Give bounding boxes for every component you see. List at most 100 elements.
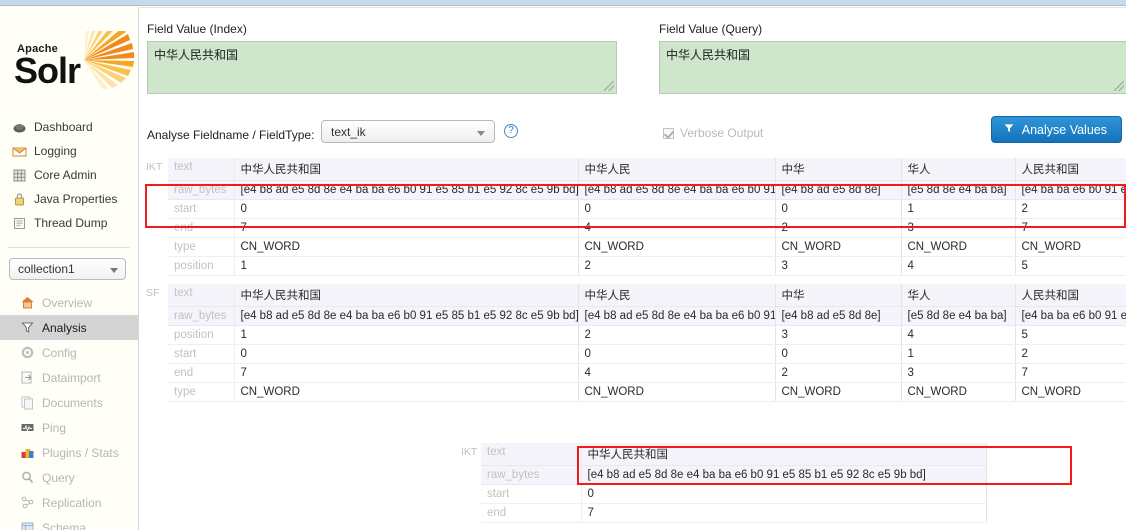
sidebar-item-dashboard[interactable]: Dashboard xyxy=(0,115,138,139)
cell-position: 3 xyxy=(775,325,902,345)
cell-end: 3 xyxy=(901,363,1016,383)
cell-type: CN_WORD xyxy=(578,237,776,257)
cell-position: 5 xyxy=(1015,256,1126,276)
solr-logo[interactable]: Apache Solr xyxy=(10,14,138,109)
cell-end: 4 xyxy=(578,363,776,383)
cell-start: 0 xyxy=(775,199,902,219)
sidebar-nav-global: Dashboard Logging Core Admin Java Proper… xyxy=(0,115,138,241)
cell-end: 3 xyxy=(901,218,1016,238)
cell-raw-bytes: [e4 ba ba e6 b0 91 e5 85 b1 e5 92 8c e5 … xyxy=(1015,306,1126,326)
checkbox-checked-icon xyxy=(663,127,674,139)
sidebar-item-label: Dataimport xyxy=(42,370,101,385)
sidebar-item-config[interactable]: Config xyxy=(0,340,138,365)
cell-type: CN_WORD xyxy=(775,382,902,402)
cell-end: 7 xyxy=(581,503,987,523)
funnel-icon xyxy=(1003,122,1015,137)
cell-text: 中华人民共和国 xyxy=(234,284,579,307)
cell-end: 2 xyxy=(775,363,902,383)
sidebar-item-documents[interactable]: Documents xyxy=(0,390,138,415)
cell-text: 人民共和国 xyxy=(1015,284,1126,307)
analyse-values-button[interactable]: Analyse Values xyxy=(990,116,1122,143)
sidebar-item-label: Analysis xyxy=(42,320,87,335)
sidebar-item-label: Ping xyxy=(42,420,67,435)
cell-text: 华人 xyxy=(901,284,1016,307)
sidebar-item-replication[interactable]: Replication xyxy=(0,490,138,515)
home-icon xyxy=(20,295,35,310)
ping-icon xyxy=(20,420,35,435)
field-value-query-input[interactable]: 中华人民共和国 xyxy=(659,41,1126,94)
field-value-index-block: Field Value (Index) 中华人民共和国 xyxy=(147,22,617,94)
cell-raw-bytes: [e4 b8 ad e5 8d 8e e4 ba ba e6 b0 91] xyxy=(578,306,776,326)
sidebar-item-label: Core Admin xyxy=(34,168,97,182)
sidebar-item-query[interactable]: Query xyxy=(0,465,138,490)
cell-position: 2 xyxy=(578,325,776,345)
row-key: end xyxy=(168,218,235,238)
resize-grip-icon[interactable] xyxy=(604,81,614,91)
tokenizer-tag: IKT xyxy=(435,443,481,523)
row-key: text xyxy=(168,284,235,307)
cell-end: 7 xyxy=(234,363,579,383)
index-analysis-table-wrap: IKT text 中华人民共和国 中华人民 中华 华人 人民共和国 raw_by… xyxy=(140,158,1126,276)
sidebar-item-java-properties[interactable]: Java Properties xyxy=(0,187,138,211)
sidebar-item-core-admin[interactable]: Core Admin xyxy=(0,163,138,187)
cell-raw-bytes: [e4 b8 ad e5 8d 8e] xyxy=(775,180,902,200)
table-row: raw_bytes [e4 b8 ad e5 8d 8e e4 ba ba e6… xyxy=(140,306,1126,326)
field-value-index-input[interactable]: 中华人民共和国 xyxy=(147,41,617,94)
sidebar-item-thread-dump[interactable]: Thread Dump xyxy=(0,211,138,235)
tokenizer-tag: IKT xyxy=(140,158,168,276)
row-key: start xyxy=(481,484,582,504)
sidebar-item-label: Overview xyxy=(42,295,93,310)
sidebar-item-label: Java Properties xyxy=(34,192,118,206)
brand-solr: Solr xyxy=(14,50,81,91)
sidebar-item-plugins-stats[interactable]: Plugins / Stats xyxy=(0,440,138,465)
table-row: start 0 0 0 1 2 xyxy=(140,344,1126,364)
row-key: raw_bytes xyxy=(168,180,235,200)
row-key: end xyxy=(481,503,582,523)
sidebar-item-logging[interactable]: Logging xyxy=(0,139,138,163)
cell-raw-bytes: [e4 b8 ad e5 8d 8e e4 ba ba e6 b0 91] xyxy=(578,180,776,200)
core-select[interactable]: collection1 xyxy=(9,258,126,280)
schema-icon xyxy=(20,520,35,530)
cell-position: 4 xyxy=(901,325,1016,345)
cell-type: CN_WORD xyxy=(578,382,776,402)
sidebar-item-ping[interactable]: Ping xyxy=(0,415,138,440)
cell-start: 0 xyxy=(581,484,987,504)
cell-position: 3 xyxy=(775,256,902,276)
cell-start: 0 xyxy=(578,199,776,219)
sidebar-item-dataimport[interactable]: Dataimport xyxy=(0,365,138,390)
cell-raw-bytes: [e4 b8 ad e5 8d 8e e4 ba ba e6 b0 91 e5 … xyxy=(234,180,579,200)
sidebar-item-label: Query xyxy=(42,470,75,485)
table-row: raw_bytes [e4 b8 ad e5 8d 8e e4 ba ba e6… xyxy=(435,465,987,485)
sidebar-item-label: Replication xyxy=(42,495,102,510)
verbose-output-checkbox[interactable]: Verbose Output xyxy=(663,126,763,140)
window-top-strip xyxy=(0,0,1126,6)
chevron-down-icon xyxy=(110,268,118,273)
field-value-index-value: 中华人民共和国 xyxy=(154,48,239,62)
sidebar-item-schema[interactable]: Schema xyxy=(0,515,138,530)
dataimport-icon xyxy=(20,370,35,385)
sidebar-item-analysis[interactable]: Analysis xyxy=(0,315,138,340)
cell-start: 2 xyxy=(1015,199,1126,219)
resize-grip-icon[interactable] xyxy=(1114,81,1124,91)
cell-type: CN_WORD xyxy=(901,382,1016,402)
cell-position: 2 xyxy=(578,256,776,276)
cell-start: 0 xyxy=(234,199,579,219)
fieldtype-select[interactable]: text_ik xyxy=(321,120,495,143)
cell-position: 1 xyxy=(234,325,579,345)
gear-icon xyxy=(20,345,35,360)
row-key: start xyxy=(168,199,235,219)
documents-icon xyxy=(20,395,35,410)
sidebar-item-overview[interactable]: Overview xyxy=(0,290,138,315)
table-row: raw_bytes [e4 b8 ad e5 8d 8e e4 ba ba e6… xyxy=(140,180,1126,200)
row-key: type xyxy=(168,237,235,257)
sidebar-item-label: Config xyxy=(42,345,77,360)
cell-start: 0 xyxy=(775,344,902,364)
fieldtype-label: Analyse Fieldname / FieldType: xyxy=(147,128,315,142)
cell-text: 中华人民共和国 xyxy=(234,158,579,181)
help-icon[interactable]: ? xyxy=(504,124,518,138)
cell-text: 中华人民 xyxy=(578,284,776,307)
cell-end: 7 xyxy=(1015,218,1126,238)
thread-dump-icon xyxy=(12,216,27,231)
cell-raw-bytes: [e5 8d 8e e4 ba ba] xyxy=(901,180,1016,200)
table-row: position 1 2 3 4 5 xyxy=(140,325,1126,345)
